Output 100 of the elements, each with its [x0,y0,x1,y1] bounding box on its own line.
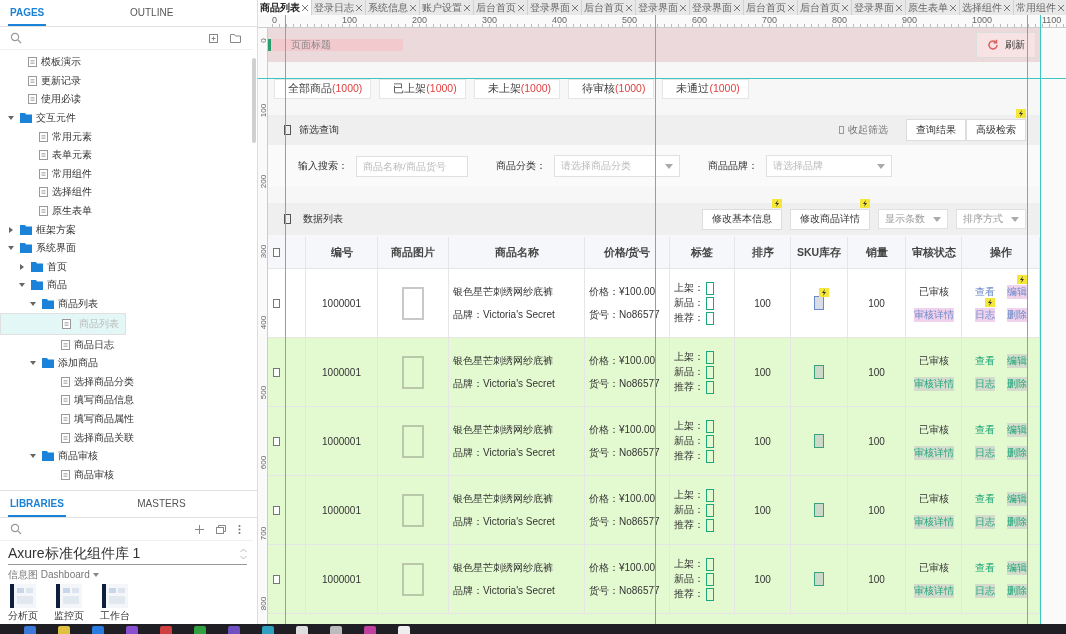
folder-icon[interactable] [230,33,241,43]
tree-item[interactable]: 选择组件 [0,183,257,202]
category-dropdown[interactable]: 信息图 Dashboard [8,569,257,580]
checkbox[interactable] [706,281,714,295]
action-link[interactable]: 编辑 [1006,284,1027,299]
tree-item[interactable]: 更新记录 [0,71,257,91]
action-link[interactable]: 日志 [974,307,995,322]
expand-arrow-icon[interactable] [8,226,14,233]
status-tab[interactable]: 待审核(1000) [568,79,655,100]
checkbox[interactable] [273,574,280,584]
copy-icon[interactable] [216,524,226,534]
add-page-icon[interactable] [209,33,218,43]
checkbox[interactable] [706,311,714,325]
select-field[interactable]: 排序方式 [956,209,1026,230]
checkbox[interactable] [273,505,280,515]
thumbnail-drawing[interactable] [102,584,128,608]
expand-arrow-icon[interactable] [8,115,14,122]
checkbox[interactable] [706,350,714,364]
action-link[interactable]: 查看 [974,422,995,437]
tree-item[interactable]: 填写商品信息 [0,391,257,410]
panel-tab[interactable]: OUTLINE [46,0,257,26]
thumbnail-drawing[interactable] [10,584,36,608]
search-icon[interactable] [10,32,22,44]
close-icon[interactable] [410,4,416,11]
status-tab[interactable]: 未通过(1000) [662,79,749,100]
checkbox[interactable] [706,419,714,433]
action-link[interactable]: 查看 [974,560,995,575]
checkbox[interactable] [706,434,714,448]
document-tab[interactable]: 商品列表 [258,0,312,15]
tree-item[interactable]: 选择商品关联 [0,428,257,447]
checkbox[interactable] [706,296,714,310]
tree-item[interactable]: 首页 [0,257,257,277]
checkbox[interactable] [273,298,280,308]
close-icon[interactable] [1058,4,1064,11]
tree-item[interactable]: 填写商品属性 [0,409,257,429]
select-field[interactable]: 显示条数 [878,209,948,230]
close-icon[interactable] [896,4,902,11]
tree-item[interactable]: 商品列表 [0,294,257,314]
close-icon[interactable] [356,4,362,11]
tree-item[interactable]: 商品审核 [0,465,257,485]
close-icon[interactable] [788,4,794,11]
tree-item[interactable]: 商品 [0,276,257,295]
review-link[interactable]: 审核详情 [913,307,954,322]
expand-arrow-icon[interactable] [30,360,36,367]
close-icon[interactable] [842,4,848,11]
close-icon[interactable] [680,4,686,11]
checkbox[interactable] [706,365,714,379]
tree-item[interactable]: 系统界面 [0,238,257,258]
close-icon[interactable] [734,4,740,11]
tree-item[interactable]: 表单元素 [0,145,257,165]
tree-item[interactable]: 常用元素 [0,127,257,146]
close-icon[interactable] [1004,4,1010,11]
close-icon[interactable] [626,4,632,11]
search-icon[interactable] [10,523,22,535]
edit-button[interactable]: 修改商品详情 [790,208,870,230]
status-tab[interactable]: 未上架(1000) [473,79,561,100]
checkbox[interactable] [706,518,714,532]
status-tab[interactable]: 已上架(1000) [379,79,466,100]
action-link[interactable]: 删除 [1006,307,1027,322]
checkbox[interactable] [706,380,714,394]
tree-item[interactable]: 模板演示 [0,53,257,72]
tree-item[interactable]: 使用必读 [0,90,257,109]
tree-item[interactable]: 选择商品分类 [0,372,257,392]
checkbox[interactable] [706,503,714,517]
action-link[interactable]: 查看 [974,491,995,506]
tree-item[interactable]: 添加商品 [0,353,257,373]
checkbox[interactable] [706,587,714,601]
tree-item[interactable]: 框架方案 [0,220,257,239]
expand-arrow-icon[interactable] [8,245,14,252]
tree-item[interactable]: 常用组件 [0,164,257,184]
filter-button[interactable]: 高级检索 [966,119,1026,142]
edit-button[interactable]: 修改基本信息 [702,208,782,230]
more-icon[interactable] [238,524,241,534]
close-icon[interactable] [572,4,578,11]
action-link[interactable]: 查看 [974,353,995,368]
expand-arrow-icon[interactable] [30,453,36,460]
status-tab[interactable]: 全部商品(1000) [274,79,372,100]
close-icon[interactable] [464,4,470,11]
checkbox[interactable] [273,436,280,446]
close-icon[interactable] [518,4,524,11]
collapse-link[interactable]: 收起筛选 [848,123,888,138]
close-icon[interactable] [302,4,308,11]
checkbox[interactable] [706,488,714,502]
action-link[interactable]: 查看 [974,284,995,299]
expand-arrow-icon[interactable] [19,263,25,270]
close-icon[interactable] [950,4,956,11]
checkbox[interactable] [706,572,714,586]
checkbox[interactable] [273,367,280,377]
panel-tab[interactable]: MASTERS [65,491,257,517]
panel-tab[interactable]: PAGES [8,0,47,26]
checkbox[interactable] [706,557,714,571]
checkbox[interactable] [706,449,714,463]
checkbox[interactable] [273,248,280,257]
refresh-button[interactable]: 刷新 [976,32,1036,59]
expand-arrow-icon[interactable] [19,282,25,289]
panel-tab[interactable]: LIBRARIES [8,491,66,517]
filter-button[interactable]: 查询结果 [906,119,966,142]
tree-item[interactable]: 原生表单 [0,201,257,221]
library-select[interactable]: Axure标准化组件库 1 [8,545,247,565]
tree-item[interactable]: 商品审核 [0,446,257,466]
